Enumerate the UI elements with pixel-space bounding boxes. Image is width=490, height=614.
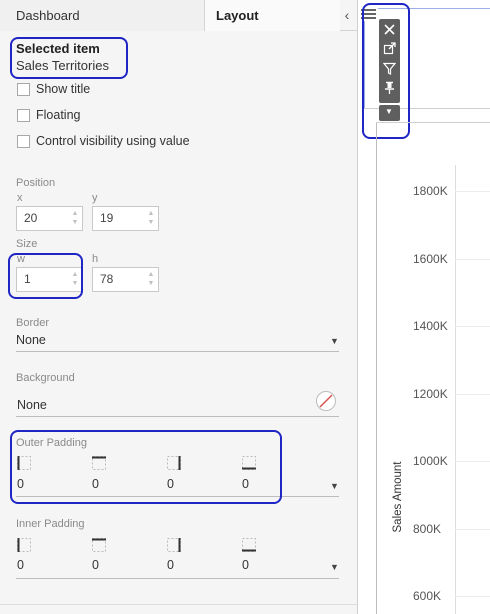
floating-checkbox[interactable] (17, 109, 30, 122)
floating-label: Floating (36, 108, 81, 122)
outer-padding-dropdown-caret-icon[interactable]: ▼ (330, 481, 339, 491)
highlight-toolbar (362, 3, 410, 139)
x-value: 20 (24, 211, 38, 225)
border-value[interactable]: None (16, 333, 46, 347)
border-heading: Border (16, 317, 50, 329)
inner-padding-heading: Inner Padding (16, 518, 85, 530)
y-spin[interactable]: ▲ ▼ (146, 209, 156, 228)
h-stepper[interactable]: 78 ▲ ▼ (92, 267, 159, 292)
y-tick-label: 1800K (413, 184, 448, 198)
h-value: 78 (100, 272, 114, 286)
inner-padding-top-value[interactable]: 0 (92, 558, 99, 572)
layout-panel: Dashboard Layout ‹ Selected item Sales T… (0, 0, 358, 614)
y-tick-label: 1600K (413, 251, 448, 266)
y-gridline (455, 596, 490, 597)
inner-padding-top-icon[interactable] (92, 538, 106, 552)
chart-top-edge (376, 122, 490, 123)
y-gridline (455, 326, 490, 327)
y-tick-label: 600K (413, 589, 442, 603)
y-gridline (455, 461, 490, 462)
control-visibility-checkbox[interactable] (17, 135, 30, 148)
size-heading: Size (16, 238, 38, 250)
y-value: 19 (100, 211, 114, 225)
show-title-label: Show title (36, 82, 91, 96)
background-value[interactable]: None (17, 398, 47, 412)
x-stepper[interactable]: 20 ▲ ▼ (16, 206, 83, 231)
inner-padding-dropdown-caret-icon[interactable]: ▼ (330, 562, 339, 572)
y-gridline (455, 191, 490, 192)
inner-padding-left-value[interactable]: 0 (17, 558, 24, 572)
h-label: h (92, 253, 99, 265)
tab-layout[interactable]: Layout (205, 0, 340, 31)
position-heading: Position (16, 177, 56, 189)
highlight-selected-item (10, 37, 128, 79)
background-heading: Background (16, 372, 75, 384)
show-title-checkbox[interactable] (17, 83, 30, 96)
x-spin[interactable]: ▲ ▼ (70, 209, 80, 228)
inner-padding-right-value[interactable]: 0 (167, 558, 174, 572)
y-label: y (92, 192, 98, 204)
panel-bottom-divider (0, 604, 358, 605)
inner-padding-underline (16, 578, 339, 579)
border-dropdown-caret-icon[interactable]: ▼ (330, 336, 339, 346)
panel-tabs: Dashboard Layout ‹ (0, 0, 358, 31)
h-spin[interactable]: ▲ ▼ (146, 270, 156, 289)
y-stepper[interactable]: 19 ▲ ▼ (92, 206, 159, 231)
tab-dashboard[interactable]: Dashboard (0, 0, 205, 31)
control-visibility-label: Control visibility using value (36, 134, 190, 148)
y-axis-title: Sales Amount (392, 461, 404, 533)
background-underline (16, 416, 339, 417)
y-tick-label: 1000K (413, 454, 448, 468)
inner-padding-left-icon[interactable] (17, 538, 31, 552)
chart-left-edge (376, 122, 377, 614)
inner-padding-bottom-value[interactable]: 0 (242, 558, 249, 572)
border-underline (16, 351, 339, 352)
inner-padding-bottom-icon[interactable] (242, 538, 256, 552)
highlight-width (8, 253, 83, 299)
y-tick-label: 1400K (413, 319, 448, 333)
no-color-swatch-icon[interactable] (315, 390, 337, 412)
y-gridline (455, 258, 490, 260)
y-axis-line (455, 165, 456, 614)
y-gridline (455, 528, 490, 530)
y-tick-label: 800K (413, 521, 442, 536)
y-gridline (455, 393, 490, 395)
collapse-panel-icon[interactable]: ‹ (341, 6, 353, 24)
highlight-outer-padding (10, 430, 282, 504)
x-label: x (17, 192, 23, 204)
inner-padding-right-icon[interactable] (167, 538, 181, 552)
y-tick-label: 1200K (413, 386, 448, 401)
